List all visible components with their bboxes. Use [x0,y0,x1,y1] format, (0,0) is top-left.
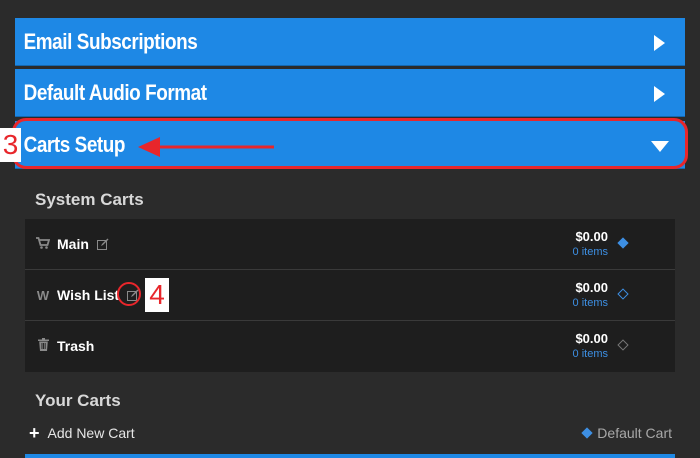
default-cart-diamond-icon[interactable] [617,237,629,249]
cart-price: $0.00 [575,330,608,346]
cart-name: Wish List [57,287,120,303]
cart-list-top-edge [25,454,675,458]
accordion-default-audio-format[interactable]: Default Audio Format [15,69,685,117]
annotation-edit-circle [117,282,141,306]
cart-item-count[interactable]: 0 items [573,347,608,362]
diamond-icon [581,427,593,439]
cart-name: Main [57,236,89,252]
cart-name: Trash [57,338,95,354]
accordion-carts-setup[interactable]: Carts Setup [15,121,685,169]
chevron-down-icon [651,141,669,152]
cart-row-wish-list[interactable]: W Wish List 4 $0.00 0 items [25,270,675,321]
set-default-diamond-icon[interactable] [617,288,629,300]
cart-summary: $0.00 0 items [573,229,608,260]
chevron-right-icon [654,35,665,51]
cart-row-main[interactable]: Main $0.00 0 items [25,219,675,270]
w-letter-icon: W [36,287,50,303]
accordion-title: Default Audio Format [23,79,207,105]
system-carts-heading: System Carts [35,190,144,209]
accordion-title: Carts Setup [23,131,126,157]
trash-icon [35,338,51,354]
annotation-step-4: 4 [145,278,169,312]
annotation-arrow-icon [138,137,274,157]
default-cart-legend-label: Default Cart [597,425,672,441]
cart-price: $0.00 [575,279,608,295]
accordion-email-subscriptions[interactable]: Email Subscriptions [15,18,685,66]
cart-summary: $0.00 0 items [573,331,608,362]
plus-icon: + [29,423,40,443]
system-carts-list: Main $0.00 0 items W Wish List 4 $0.00 0… [25,219,675,372]
accordion-title: Email Subscriptions [23,28,198,54]
add-new-cart-button[interactable]: + Add New Cart [29,423,135,443]
cart-item-count[interactable]: 0 items [573,245,608,260]
cart-icon [35,236,51,252]
your-carts-toolbar: + Add New Cart Default Cart [25,420,675,448]
cart-row-trash[interactable]: Trash $0.00 0 items [25,321,675,371]
set-default-diamond-icon [617,339,629,351]
cart-item-count[interactable]: 0 items [573,296,608,311]
edit-icon[interactable] [96,238,109,250]
cart-price: $0.00 [575,228,608,244]
annotation-step-3: 3 [0,128,21,162]
add-new-cart-label: Add New Cart [47,425,135,441]
chevron-right-icon [654,86,665,102]
your-carts-heading: Your Carts [35,391,121,410]
default-cart-legend: Default Cart [581,425,672,441]
cart-summary: $0.00 0 items [573,280,608,311]
